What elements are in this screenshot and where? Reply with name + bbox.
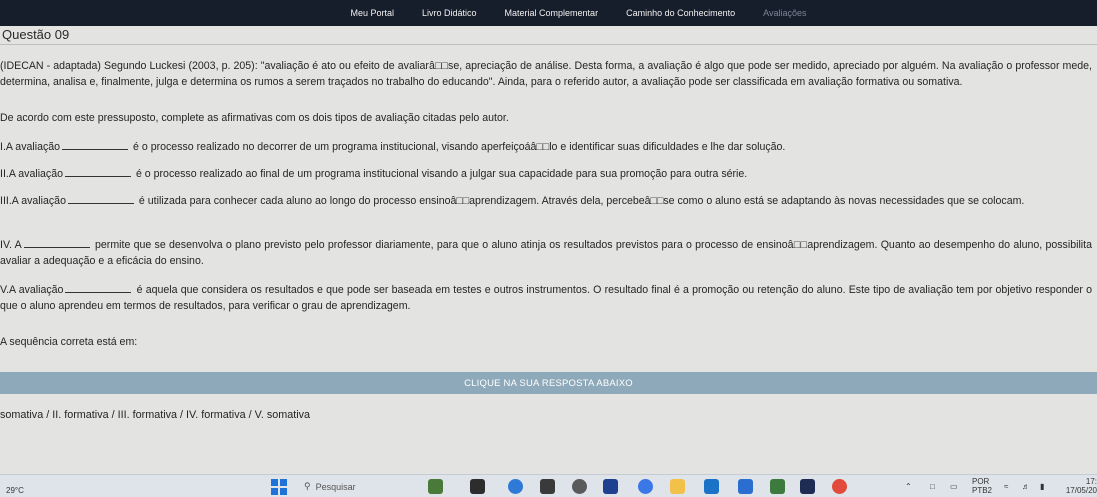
battery-icon[interactable]: ▮ (1040, 475, 1044, 497)
answer-option[interactable]: somativa / II. formativa / III. formativ… (0, 409, 310, 421)
search-icon: ⚲ (304, 481, 311, 491)
clock-time: 17: (1085, 477, 1097, 486)
app-icon-12[interactable] (800, 479, 815, 494)
statement-3-lead: III.A avaliação (0, 195, 66, 207)
app-icon-9[interactable] (704, 479, 719, 494)
blank-5 (65, 283, 132, 293)
statement-3: III.A avaliação é utilizada para conhece… (0, 193, 1092, 209)
clock-date: 17/05/20 (1065, 486, 1097, 495)
tray-chevron-icon[interactable]: ⌃ (905, 475, 912, 497)
clock[interactable]: 17: 17/05/20 (1063, 477, 1097, 495)
chrome-icon[interactable] (832, 479, 847, 494)
statement-4-lead: IV. A (0, 239, 22, 251)
statement-2: II.A avaliação é o processo realizado ao… (0, 166, 1092, 182)
answer-instruction-label: CLIQUE NA SUA RESPOSTA ABAIXO (464, 377, 633, 389)
statement-5-text: é aquela que considera os resultados e q… (0, 284, 1092, 312)
keyboard-layout: PTB2 (972, 486, 993, 495)
app-icon-2[interactable] (470, 479, 485, 494)
question-instruction: De acordo com este pressuposto, complete… (0, 112, 509, 124)
tray-app-icon[interactable]: □ (930, 475, 935, 497)
blank-4 (23, 238, 90, 248)
nav-caminho-conhecimento[interactable]: Caminho do Conhecimento (626, 8, 735, 18)
top-navigation: Meu Portal Livro Didático Material Compl… (0, 0, 1097, 26)
app-icon-3[interactable] (508, 479, 523, 494)
folder-icon[interactable] (670, 479, 685, 494)
language-code: POR (972, 477, 990, 486)
blank-1 (62, 140, 129, 150)
statement-4: IV. A permite que se desenvolva o plano … (0, 237, 1092, 269)
nav-avaliacoes[interactable]: Avaliações (763, 8, 806, 18)
app-icon-1[interactable] (428, 479, 443, 494)
blank-2 (65, 167, 132, 177)
taskbar-search[interactable]: ⚲ Pesquisar (304, 475, 356, 497)
app-icon-4[interactable] (540, 479, 555, 494)
statement-3-text: é utilizada para conhecer cada aluno ao … (138, 195, 1025, 207)
statement-5: V.A avaliação é aquela que considera os … (0, 282, 1092, 314)
statement-2-lead: II.A avaliação (0, 168, 64, 180)
nav-material-complementar[interactable]: Material Complementar (505, 8, 599, 18)
weather-temperature[interactable]: 29°C (6, 479, 24, 497)
statement-1: I.A avaliação é o processo realizado no … (0, 139, 1092, 155)
nav-meu-portal[interactable]: Meu Portal (350, 8, 394, 18)
question-title: Questão 09 (2, 27, 70, 42)
language-indicator[interactable]: POR PTB2 (972, 477, 992, 495)
volume-icon[interactable]: ♬ (1022, 475, 1030, 497)
app-icon-5[interactable] (572, 479, 587, 494)
question-prompt: A sequência correta está em: (0, 336, 138, 348)
statement-4-text: permite que se desenvolva o plano previs… (0, 239, 1092, 267)
statement-1-text: é o processo realizado no decorrer de um… (133, 141, 786, 153)
nav-livro-didatico[interactable]: Livro Didático (422, 8, 477, 18)
taskbar: 29°C ⚲ Pesquisar ⌃ □ ▭ POR PTB2 ≈ ♬ ▮ 17… (0, 474, 1097, 497)
app-icon-11[interactable] (770, 479, 785, 494)
app-icon-10[interactable] (738, 479, 753, 494)
app-icon-7[interactable] (638, 479, 653, 494)
statement-1-lead: I.A avaliação (0, 141, 61, 153)
answer-instruction-bar: CLIQUE NA SUA RESPOSTA ABAIXO (0, 372, 1097, 394)
wifi-icon[interactable]: ≈ (1004, 475, 1008, 497)
app-icon-6[interactable] (603, 479, 618, 494)
question-intro: (IDECAN - adaptada) Segundo Luckesi (200… (0, 60, 1092, 88)
blank-3 (67, 194, 134, 204)
title-divider (0, 44, 1097, 45)
search-placeholder: Pesquisar (315, 481, 356, 492)
windows-start-icon[interactable] (270, 475, 288, 497)
tray-notebook-icon[interactable]: ▭ (950, 475, 958, 497)
statement-5-lead: V.A avaliação (0, 284, 64, 296)
statement-2-text: é o processo realizado ao final de um pr… (135, 168, 748, 180)
